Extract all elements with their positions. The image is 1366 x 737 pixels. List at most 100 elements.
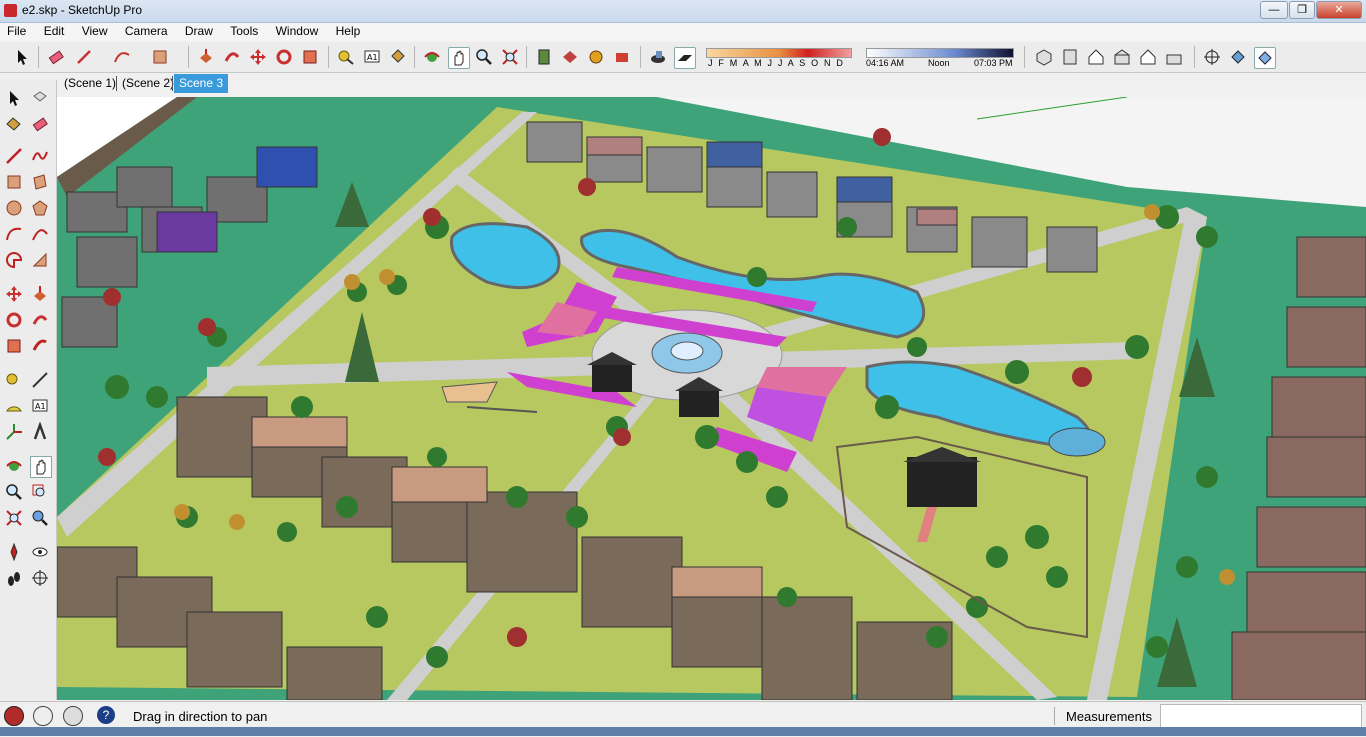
3d-text-icon[interactable]: [30, 422, 50, 442]
menu-bar: File Edit View Camera Draw Tools Window …: [0, 23, 1366, 41]
rectangle-tool-icon[interactable]: [150, 47, 170, 67]
offset-icon[interactable]: [30, 336, 50, 356]
menu-window[interactable]: Window: [269, 23, 326, 38]
eraser-side-icon[interactable]: [30, 114, 50, 134]
three-point-arc-icon[interactable]: [30, 250, 50, 270]
move-side-icon[interactable]: [4, 284, 24, 304]
model-viewport[interactable]: [57, 97, 1366, 700]
zoom-tool-icon[interactable]: [474, 47, 494, 67]
large-tool-set: A1: [0, 80, 57, 700]
menu-help[interactable]: Help: [329, 23, 368, 38]
menu-camera[interactable]: Camera: [118, 23, 175, 38]
axes-icon[interactable]: [4, 422, 24, 442]
taskbar-strip: [0, 727, 1366, 736]
tab-scene-1[interactable]: (Scene 1): [59, 74, 121, 93]
previous-view-icon[interactable]: [30, 508, 50, 528]
extension-warehouse-icon[interactable]: [612, 47, 632, 67]
top-view-icon[interactable]: [1060, 47, 1080, 67]
zoom-extents-side-icon[interactable]: [4, 508, 24, 528]
menu-edit[interactable]: Edit: [37, 23, 72, 38]
paint-bucket-side-icon[interactable]: [4, 114, 24, 134]
date-slider-months: J F M A M J J A S O N D: [708, 58, 845, 68]
svg-text:A1: A1: [35, 402, 46, 411]
shadow-settings-icon[interactable]: [648, 47, 668, 67]
push-pull-side-icon[interactable]: [30, 284, 50, 304]
pan-side-icon[interactable]: [30, 456, 52, 478]
paint-bucket-icon[interactable]: [388, 47, 408, 67]
front-view-icon[interactable]: [1086, 47, 1106, 67]
time-noon-label: Noon: [928, 58, 950, 68]
share-model-icon[interactable]: [560, 47, 580, 67]
sign-in-icon[interactable]: [63, 706, 83, 726]
back-view-icon[interactable]: [1138, 47, 1158, 67]
display-shadows-icon[interactable]: [674, 47, 696, 69]
circle-icon[interactable]: [4, 198, 24, 218]
components-icon[interactable]: [586, 47, 606, 67]
time-start-label: 04:16 AM: [866, 58, 905, 68]
walk-icon[interactable]: [1254, 47, 1276, 69]
protractor-icon[interactable]: [4, 396, 24, 416]
follow-me-side-icon[interactable]: [30, 310, 50, 330]
tape-measure-icon[interactable]: [336, 47, 356, 67]
pie-icon[interactable]: [4, 250, 24, 270]
minimize-button[interactable]: —: [1260, 1, 1288, 19]
zoom-side-icon[interactable]: [4, 482, 24, 502]
instructor-help-icon[interactable]: ?: [97, 706, 115, 724]
geo-location-icon[interactable]: [4, 706, 24, 726]
arc-tool-icon[interactable]: [112, 47, 132, 67]
section-plane-icon[interactable]: [30, 568, 50, 588]
date-slider[interactable]: [706, 48, 852, 58]
right-view-icon[interactable]: [1112, 47, 1132, 67]
text-side-icon[interactable]: A1: [30, 396, 50, 416]
look-around-side-icon[interactable]: [30, 542, 50, 562]
close-button[interactable]: ✕: [1316, 1, 1362, 19]
zoom-window-icon[interactable]: [30, 482, 50, 502]
line-tool-icon[interactable]: [74, 47, 94, 67]
svg-text:A1: A1: [367, 53, 378, 62]
menu-tools[interactable]: Tools: [223, 23, 265, 38]
tape-measure-side-icon[interactable]: [4, 370, 24, 390]
time-slider[interactable]: [866, 48, 1014, 58]
park-model-drawing: [57, 97, 1366, 700]
freehand-icon[interactable]: [30, 146, 50, 166]
orbit-tool-icon[interactable]: [422, 47, 442, 67]
get-models-icon[interactable]: [534, 47, 554, 67]
rotate-side-icon[interactable]: [4, 310, 24, 330]
line-side-icon[interactable]: [4, 146, 24, 166]
select-tool-icon[interactable]: [12, 47, 32, 67]
walk-side-icon[interactable]: [4, 568, 24, 588]
push-pull-tool-icon[interactable]: [196, 47, 216, 67]
dimension-icon[interactable]: [30, 370, 50, 390]
iso-view-icon[interactable]: [1034, 47, 1054, 67]
rectangle-side-icon[interactable]: [4, 172, 24, 192]
orbit-side-icon[interactable]: [4, 456, 24, 476]
pan-tool-icon[interactable]: [448, 47, 470, 69]
position-camera-side-icon[interactable]: [4, 542, 24, 562]
position-camera-icon[interactable]: [1202, 47, 1222, 67]
two-point-arc-icon[interactable]: [30, 224, 50, 244]
select-icon[interactable]: [4, 88, 24, 108]
polygon-icon[interactable]: [30, 198, 50, 218]
measurements-field[interactable]: [1160, 704, 1362, 728]
text-tool-icon[interactable]: A1: [362, 47, 382, 67]
left-view-icon[interactable]: [1164, 47, 1184, 67]
move-tool-icon[interactable]: [248, 47, 268, 67]
menu-file[interactable]: File: [0, 23, 33, 38]
make-component-icon[interactable]: [30, 88, 50, 108]
tab-scene-2[interactable]: (Scene 2): [117, 74, 179, 93]
menu-draw[interactable]: Draw: [178, 23, 220, 38]
rotated-rectangle-icon[interactable]: [30, 172, 50, 192]
scale-side-icon[interactable]: [4, 336, 24, 356]
credits-icon[interactable]: [33, 706, 53, 726]
scale-tool-icon[interactable]: [300, 47, 320, 67]
arc-side-icon[interactable]: [4, 224, 24, 244]
follow-me-tool-icon[interactable]: [222, 47, 242, 67]
look-around-icon[interactable]: [1228, 47, 1248, 67]
rotate-tool-icon[interactable]: [274, 47, 294, 67]
tab-scene-3[interactable]: Scene 3: [174, 74, 229, 93]
zoom-extents-icon[interactable]: [500, 47, 520, 67]
eraser-tool-icon[interactable]: [46, 47, 66, 67]
status-hint: Drag in direction to pan: [133, 709, 268, 724]
menu-view[interactable]: View: [75, 23, 115, 38]
restore-button[interactable]: ❐: [1289, 1, 1315, 19]
